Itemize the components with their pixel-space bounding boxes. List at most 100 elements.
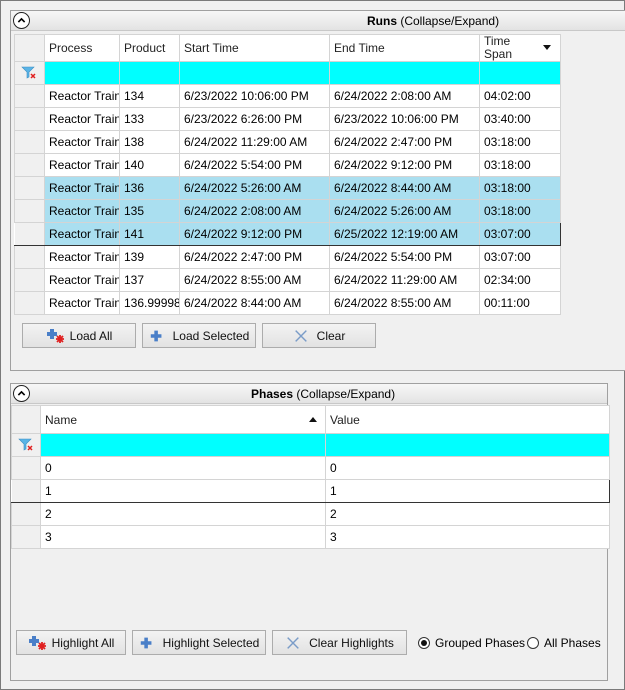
column-header-value[interactable]: Value (325, 405, 610, 434)
table-row-selected[interactable]: Reactor Train 136 6/24/2022 5:26:00 AM 6/24… (14, 176, 561, 200)
filter-cell[interactable] (44, 61, 120, 85)
table-row[interactable]: Reactor Train 137 6/24/2022 8:55:00 AM 6/24… (14, 268, 561, 292)
table-row[interactable]: Reactor Train 138 6/24/2022 11:29:00 AM 6/2… (14, 130, 561, 154)
cell-end-time: 6/24/2022 8:55:00 AM (329, 291, 480, 315)
row-header[interactable] (11, 525, 41, 549)
x-icon (293, 328, 311, 344)
column-header-start-time[interactable]: Start Time (179, 34, 330, 62)
table-row[interactable]: Reactor Train 136.99998 6/24/2022 8:44:00 … (14, 291, 561, 315)
column-header-time-span[interactable]: Time Span (479, 34, 561, 62)
row-header[interactable] (14, 176, 45, 200)
row-header[interactable] (11, 502, 41, 526)
cell-value: 3 (325, 525, 610, 549)
cell-end-time: 6/24/2022 2:47:00 PM (329, 130, 480, 154)
highlight-all-button[interactable]: Highlight All (16, 630, 126, 655)
runs-filter-row[interactable] (14, 61, 561, 85)
cell-product: 137 (119, 268, 180, 292)
clear-highlights-button[interactable]: Clear Highlights (272, 630, 407, 655)
cell-product: 136 (119, 176, 180, 200)
runs-title-text: Runs (367, 14, 397, 28)
phases-filter-row[interactable] (11, 433, 610, 457)
cell-process: Reactor Train (44, 291, 120, 315)
row-header[interactable] (14, 291, 45, 315)
table-row[interactable]: Reactor Train 133 6/23/2022 6:26:00 PM 6/23… (14, 107, 561, 131)
filter-icon[interactable] (14, 61, 45, 85)
table-row[interactable]: Reactor Train 139 6/24/2022 2:47:00 PM 6/24… (14, 245, 561, 269)
row-header[interactable] (14, 84, 45, 108)
row-header[interactable] (14, 268, 45, 292)
filter-cell[interactable] (325, 433, 610, 457)
plus-icon (149, 328, 167, 344)
table-row[interactable]: 00 (11, 456, 610, 480)
name-column-label: Name (45, 412, 78, 427)
cell-end-time: 6/24/2022 2:08:00 AM (329, 84, 480, 108)
cell-end-time: 6/23/2022 10:06:00 PM (329, 107, 480, 131)
radio-checked-icon[interactable] (418, 637, 430, 649)
table-row-selected[interactable]: Reactor Train 135 6/24/2022 2:08:00 AM 6/24… (14, 199, 561, 223)
cell-product: 141 (119, 222, 180, 246)
row-header[interactable] (14, 107, 45, 131)
cell-time-span: 03:40:00 (479, 107, 561, 131)
plus-star-icon (46, 328, 64, 344)
cell-process: Reactor Train (44, 245, 120, 269)
filter-cell[interactable] (119, 61, 180, 85)
cell-name: 0 (40, 456, 326, 480)
cell-name: 3 (40, 525, 326, 549)
filter-cell[interactable] (479, 61, 561, 85)
cell-process: Reactor Train (44, 199, 120, 223)
row-header[interactable] (14, 153, 45, 177)
cell-product: 136.99998 (119, 291, 180, 315)
cell-time-span: 04:02:00 (479, 84, 561, 108)
collapse-icon[interactable] (13, 12, 30, 29)
radio-unchecked-icon[interactable] (527, 637, 539, 649)
row-header[interactable] (14, 222, 45, 246)
cell-start-time: 6/24/2022 11:29:00 AM (179, 130, 330, 154)
cell-process: Reactor Train (44, 153, 120, 177)
row-header[interactable] (11, 479, 41, 503)
clear-highlights-label: Clear Highlights (309, 635, 394, 650)
cell-start-time: 6/24/2022 5:26:00 AM (179, 176, 330, 200)
column-header-end-time[interactable]: End Time (329, 34, 480, 62)
column-header-product[interactable]: Product (119, 34, 180, 62)
filter-icon[interactable] (11, 433, 41, 457)
table-row[interactable]: 33 (11, 525, 610, 549)
all-phases-radio[interactable]: All Phases (527, 636, 601, 650)
clear-button[interactable]: Clear (262, 323, 376, 348)
cell-process: Reactor Train (44, 176, 120, 200)
sort-descending-icon (543, 45, 551, 50)
row-header[interactable] (14, 245, 45, 269)
cell-start-time: 6/24/2022 8:44:00 AM (179, 291, 330, 315)
collapse-icon[interactable] (13, 385, 30, 402)
cell-name: 1 (40, 479, 326, 503)
cell-time-span: 03:18:00 (479, 199, 561, 223)
filter-cell[interactable] (179, 61, 330, 85)
cell-time-span: 03:07:00 (479, 245, 561, 269)
filter-cell[interactable] (40, 433, 326, 457)
table-row[interactable]: 22 (11, 502, 610, 526)
runs-header[interactable]: Runs (Collapse/Expand) (11, 11, 625, 31)
runs-title: Runs (Collapse/Expand) (367, 14, 499, 28)
cell-product: 140 (119, 153, 180, 177)
column-header-name[interactable]: Name (40, 405, 326, 434)
grouped-phases-radio[interactable]: Grouped Phases (418, 636, 525, 650)
cell-value: 0 (325, 456, 610, 480)
column-header-process[interactable]: Process (44, 34, 120, 62)
all-phases-label: All Phases (544, 636, 601, 650)
load-selected-button[interactable]: Load Selected (142, 323, 256, 348)
highlight-selected-button[interactable]: Highlight Selected (132, 630, 266, 655)
load-all-label: Load All (69, 328, 113, 343)
row-header[interactable] (11, 456, 41, 480)
table-row[interactable]: Reactor Train 140 6/24/2022 5:54:00 PM 6/24… (14, 153, 561, 177)
phases-header[interactable]: Phases (Collapse/Expand) (11, 384, 607, 404)
cell-product: 135 (119, 199, 180, 223)
table-row-current[interactable]: 11 (11, 479, 610, 503)
table-row-current[interactable]: Reactor Train 141 6/24/2022 9:12:00 PM 6/25… (14, 222, 561, 246)
filter-cell[interactable] (329, 61, 480, 85)
row-header[interactable] (14, 130, 45, 154)
table-row[interactable]: Reactor Train 134 6/23/2022 10:06:00 PM 6/2… (14, 84, 561, 108)
phases-panel: Phases (Collapse/Expand) Name Value 00 1… (10, 383, 610, 681)
cell-product: 138 (119, 130, 180, 154)
row-header-corner (14, 34, 45, 62)
row-header[interactable] (14, 199, 45, 223)
load-all-button[interactable]: Load All (22, 323, 136, 348)
